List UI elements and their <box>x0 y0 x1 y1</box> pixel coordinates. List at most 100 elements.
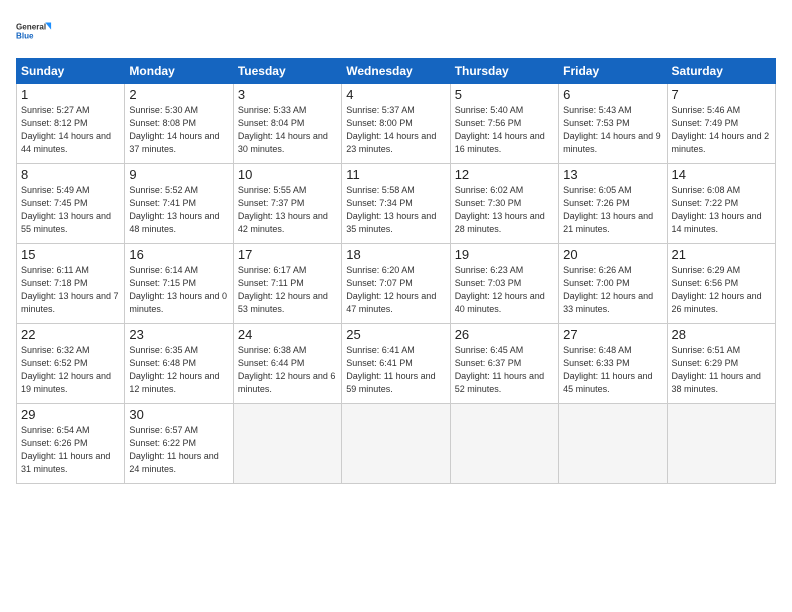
day-info: Sunrise: 6:05 AMSunset: 7:26 PMDaylight:… <box>563 184 662 236</box>
day-info: Sunrise: 5:46 AMSunset: 7:49 PMDaylight:… <box>672 104 771 156</box>
calendar-cell: 4 Sunrise: 5:37 AMSunset: 8:00 PMDaylight… <box>342 84 450 164</box>
day-number: 15 <box>21 247 120 262</box>
day-number: 3 <box>238 87 337 102</box>
day-number: 10 <box>238 167 337 182</box>
calendar-cell <box>342 404 450 484</box>
day-info: Sunrise: 5:27 AMSunset: 8:12 PMDaylight:… <box>21 104 120 156</box>
day-info: Sunrise: 6:45 AMSunset: 6:37 PMDaylight:… <box>455 344 554 396</box>
calendar-table: SundayMondayTuesdayWednesdayThursdayFrid… <box>16 58 776 484</box>
day-header-sunday: Sunday <box>17 59 125 84</box>
day-info: Sunrise: 6:23 AMSunset: 7:03 PMDaylight:… <box>455 264 554 316</box>
day-info: Sunrise: 5:43 AMSunset: 7:53 PMDaylight:… <box>563 104 662 156</box>
day-info: Sunrise: 6:54 AMSunset: 6:26 PMDaylight:… <box>21 424 120 476</box>
day-number: 2 <box>129 87 228 102</box>
calendar-cell: 10 Sunrise: 5:55 AMSunset: 7:37 PMDayligh… <box>233 164 341 244</box>
day-info: Sunrise: 6:29 AMSunset: 6:56 PMDaylight:… <box>672 264 771 316</box>
calendar-cell: 19 Sunrise: 6:23 AMSunset: 7:03 PMDayligh… <box>450 244 558 324</box>
day-info: Sunrise: 5:40 AMSunset: 7:56 PMDaylight:… <box>455 104 554 156</box>
day-info: Sunrise: 5:49 AMSunset: 7:45 PMDaylight:… <box>21 184 120 236</box>
calendar-cell: 27 Sunrise: 6:48 AMSunset: 6:33 PMDayligh… <box>559 324 667 404</box>
day-info: Sunrise: 5:30 AMSunset: 8:08 PMDaylight:… <box>129 104 228 156</box>
logo: General Blue <box>16 12 52 50</box>
day-number: 4 <box>346 87 445 102</box>
week-row-5: 29Sunrise: 6:54 AMSunset: 6:26 PMDayligh… <box>17 404 776 484</box>
day-number: 11 <box>346 167 445 182</box>
calendar-cell: 16 Sunrise: 6:14 AMSunset: 7:15 PMDayligh… <box>125 244 233 324</box>
day-number: 19 <box>455 247 554 262</box>
week-row-3: 15 Sunrise: 6:11 AMSunset: 7:18 PMDayligh… <box>17 244 776 324</box>
calendar-cell: 18 Sunrise: 6:20 AMSunset: 7:07 PMDayligh… <box>342 244 450 324</box>
calendar-cell: 2 Sunrise: 5:30 AMSunset: 8:08 PMDaylight… <box>125 84 233 164</box>
day-number: 12 <box>455 167 554 182</box>
day-info: Sunrise: 6:11 AMSunset: 7:18 PMDaylight:… <box>21 264 120 316</box>
calendar-cell: 24Sunrise: 6:38 AMSunset: 6:44 PMDayligh… <box>233 324 341 404</box>
day-info: Sunrise: 5:58 AMSunset: 7:34 PMDaylight:… <box>346 184 445 236</box>
calendar-cell: 13Sunrise: 6:05 AMSunset: 7:26 PMDayligh… <box>559 164 667 244</box>
day-number: 23 <box>129 327 228 342</box>
day-info: Sunrise: 5:55 AMSunset: 7:37 PMDaylight:… <box>238 184 337 236</box>
week-row-2: 8 Sunrise: 5:49 AMSunset: 7:45 PMDaylight… <box>17 164 776 244</box>
day-info: Sunrise: 6:08 AMSunset: 7:22 PMDaylight:… <box>672 184 771 236</box>
day-info: Sunrise: 6:14 AMSunset: 7:15 PMDaylight:… <box>129 264 228 316</box>
calendar-cell: 20Sunrise: 6:26 AMSunset: 7:00 PMDayligh… <box>559 244 667 324</box>
calendar-cell: 11 Sunrise: 5:58 AMSunset: 7:34 PMDayligh… <box>342 164 450 244</box>
calendar-cell: 15 Sunrise: 6:11 AMSunset: 7:18 PMDayligh… <box>17 244 125 324</box>
calendar-cell: 28 Sunrise: 6:51 AMSunset: 6:29 PMDayligh… <box>667 324 775 404</box>
day-number: 25 <box>346 327 445 342</box>
calendar-cell: 6 Sunrise: 5:43 AMSunset: 7:53 PMDaylight… <box>559 84 667 164</box>
day-number: 14 <box>672 167 771 182</box>
day-number: 27 <box>563 327 662 342</box>
calendar-cell: 3 Sunrise: 5:33 AMSunset: 8:04 PMDaylight… <box>233 84 341 164</box>
calendar-cell: 1 Sunrise: 5:27 AMSunset: 8:12 PMDaylight… <box>17 84 125 164</box>
day-number: 17 <box>238 247 337 262</box>
day-info: Sunrise: 6:57 AMSunset: 6:22 PMDaylight:… <box>129 424 228 476</box>
day-number: 8 <box>21 167 120 182</box>
day-number: 9 <box>129 167 228 182</box>
calendar-cell: 21Sunrise: 6:29 AMSunset: 6:56 PMDayligh… <box>667 244 775 324</box>
calendar-cell: 17 Sunrise: 6:17 AMSunset: 7:11 PMDayligh… <box>233 244 341 324</box>
calendar-cell: 26Sunrise: 6:45 AMSunset: 6:37 PMDayligh… <box>450 324 558 404</box>
calendar-cell: 9 Sunrise: 5:52 AMSunset: 7:41 PMDaylight… <box>125 164 233 244</box>
calendar-cell <box>559 404 667 484</box>
day-header-thursday: Thursday <box>450 59 558 84</box>
svg-text:Blue: Blue <box>16 32 34 41</box>
day-number: 16 <box>129 247 228 262</box>
days-header-row: SundayMondayTuesdayWednesdayThursdayFrid… <box>17 59 776 84</box>
day-header-wednesday: Wednesday <box>342 59 450 84</box>
day-number: 22 <box>21 327 120 342</box>
week-row-1: 1 Sunrise: 5:27 AMSunset: 8:12 PMDaylight… <box>17 84 776 164</box>
day-header-saturday: Saturday <box>667 59 775 84</box>
day-info: Sunrise: 6:17 AMSunset: 7:11 PMDaylight:… <box>238 264 337 316</box>
day-info: Sunrise: 5:52 AMSunset: 7:41 PMDaylight:… <box>129 184 228 236</box>
day-header-friday: Friday <box>559 59 667 84</box>
calendar-cell <box>450 404 558 484</box>
day-header-monday: Monday <box>125 59 233 84</box>
week-row-4: 22 Sunrise: 6:32 AMSunset: 6:52 PMDayligh… <box>17 324 776 404</box>
calendar-cell: 7Sunrise: 5:46 AMSunset: 7:49 PMDaylight… <box>667 84 775 164</box>
day-number: 6 <box>563 87 662 102</box>
day-number: 24 <box>238 327 337 342</box>
calendar-cell: 29Sunrise: 6:54 AMSunset: 6:26 PMDayligh… <box>17 404 125 484</box>
calendar-cell: 5Sunrise: 5:40 AMSunset: 7:56 PMDaylight… <box>450 84 558 164</box>
day-info: Sunrise: 6:20 AMSunset: 7:07 PMDaylight:… <box>346 264 445 316</box>
day-info: Sunrise: 6:51 AMSunset: 6:29 PMDaylight:… <box>672 344 771 396</box>
day-number: 18 <box>346 247 445 262</box>
day-info: Sunrise: 6:02 AMSunset: 7:30 PMDaylight:… <box>455 184 554 236</box>
calendar-cell: 12 Sunrise: 6:02 AMSunset: 7:30 PMDayligh… <box>450 164 558 244</box>
day-info: Sunrise: 6:35 AMSunset: 6:48 PMDaylight:… <box>129 344 228 396</box>
calendar-cell: 8 Sunrise: 5:49 AMSunset: 7:45 PMDaylight… <box>17 164 125 244</box>
day-number: 1 <box>21 87 120 102</box>
page: General Blue SundayMondayTuesdayWednesda… <box>0 0 792 612</box>
calendar-cell <box>667 404 775 484</box>
day-info: Sunrise: 6:32 AMSunset: 6:52 PMDaylight:… <box>21 344 120 396</box>
calendar-cell: 14 Sunrise: 6:08 AMSunset: 7:22 PMDayligh… <box>667 164 775 244</box>
day-info: Sunrise: 6:48 AMSunset: 6:33 PMDaylight:… <box>563 344 662 396</box>
day-info: Sunrise: 6:26 AMSunset: 7:00 PMDaylight:… <box>563 264 662 316</box>
calendar-cell: 30 Sunrise: 6:57 AMSunset: 6:22 PMDayligh… <box>125 404 233 484</box>
calendar-cell <box>233 404 341 484</box>
logo-svg: General Blue <box>16 12 52 50</box>
day-info: Sunrise: 5:37 AMSunset: 8:00 PMDaylight:… <box>346 104 445 156</box>
day-info: Sunrise: 5:33 AMSunset: 8:04 PMDaylight:… <box>238 104 337 156</box>
day-number: 30 <box>129 407 228 422</box>
day-number: 28 <box>672 327 771 342</box>
